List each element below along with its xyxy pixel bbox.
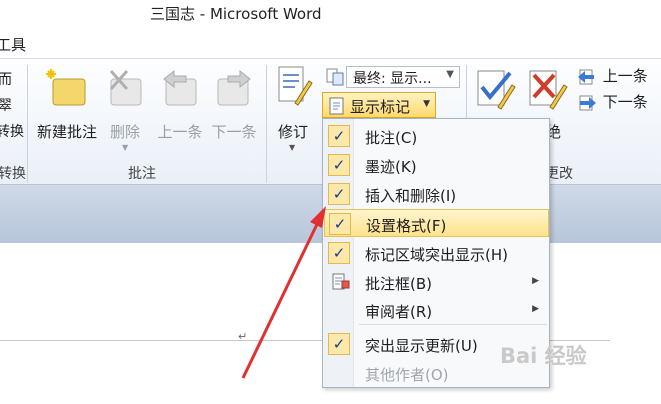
track-changes-icon — [278, 66, 313, 106]
previous-change-button[interactable]: 上一条 — [576, 65, 648, 86]
menu-item-label: 其他作者(O) — [365, 366, 449, 384]
convert-button[interactable]: 转换 — [0, 121, 24, 141]
checkmark-icon: ✓ — [328, 242, 350, 264]
show-markup-icon — [329, 97, 344, 115]
group-divider — [266, 65, 267, 183]
previous-comment-button[interactable]: 上一条 — [154, 67, 206, 147]
menu-item-reviewers[interactable]: 审阅者(R) ▶ — [324, 296, 549, 324]
group-label-convert: 转换 — [0, 166, 26, 182]
display-for-review-value: 最终: 显示... — [353, 71, 432, 87]
menu-item-label: 设置格式(F) — [366, 217, 447, 235]
title-bar: 三国志 - Microsoft Word — [0, 0, 661, 28]
track-changes-label: 修订 — [277, 123, 308, 141]
delete-comment-button[interactable]: 删除 ▼ — [104, 67, 146, 157]
track-changes-arrow: ▼ — [289, 143, 296, 152]
accept-icon — [477, 70, 516, 110]
menu-item-label: 插入和删除(I) — [365, 187, 457, 205]
previous-label: 上一条 — [157, 123, 203, 141]
ribbon-tab-row: 工具 — [0, 28, 661, 58]
next-comment-icon — [217, 69, 251, 106]
paragraph-mark-icon: ↵ — [238, 330, 248, 343]
next-label: 下一条 — [211, 123, 257, 141]
checkmark-icon: ✓ — [328, 125, 350, 147]
delete-label: 删除 — [109, 123, 140, 141]
next-comment-button[interactable]: 下一条 — [208, 67, 260, 147]
menu-item-ink[interactable]: ✓ 墨迹(K) — [324, 151, 549, 179]
menu-item-comments[interactable]: ✓ 批注(C) — [324, 122, 549, 150]
delete-dropdown-arrow: ▼ — [122, 143, 129, 152]
ribbon-fragment-2[interactable]: 翠 — [0, 95, 12, 115]
display-for-review-select[interactable]: 最终: 显示... ▼ — [346, 66, 460, 88]
delete-comment-icon — [109, 70, 142, 106]
window-title: 三国志 - Microsoft Word — [150, 5, 322, 23]
menu-item-label: 审阅者(R) — [365, 303, 433, 321]
baidu-watermark: Bai 经验 — [500, 344, 587, 368]
menu-item-label: 突出显示更新(U) — [365, 337, 478, 355]
tab-tools[interactable]: 工具 — [0, 34, 26, 55]
group-label-comments: 批注 — [128, 166, 156, 182]
menu-item-insertions-deletions[interactable]: ✓ 插入和删除(I) — [324, 180, 549, 208]
chevron-down-icon: ▼ — [423, 99, 430, 109]
menu-item-label: 批注(C) — [365, 129, 418, 147]
display-for-review-icon — [326, 68, 344, 86]
checkmark-icon: ✓ — [328, 183, 350, 205]
menu-item-balloons[interactable]: 批注框(B) ▶ — [324, 268, 549, 296]
track-changes-button[interactable]: 修订 ▼ — [270, 63, 316, 159]
next-change-label: 下一条 — [602, 93, 648, 111]
show-markup-button[interactable]: 显示标记 ▼ — [322, 92, 436, 118]
show-markup-label: 显示标记 — [350, 98, 411, 116]
menu-item-formatting[interactable]: ✓ 设置格式(F) — [324, 209, 549, 237]
menu-item-label: 墨迹(K) — [365, 158, 417, 176]
next-change-button[interactable]: 下一条 — [576, 91, 648, 112]
submenu-arrow-icon: ▶ — [532, 276, 539, 286]
next-change-icon — [579, 95, 596, 110]
group-divider — [27, 65, 28, 183]
previous-change-icon — [578, 69, 594, 84]
ribbon-fragment-1[interactable]: 而 — [0, 69, 12, 89]
menu-item-markup-area-highlight[interactable]: ✓ 标记区域突出显示(H) — [324, 239, 549, 267]
menu-item-label: 标记区域突出显示(H) — [365, 246, 508, 264]
new-comment-button[interactable]: 新建批注 — [32, 67, 102, 147]
submenu-arrow-icon: ▶ — [532, 304, 539, 314]
checkmark-icon: ✓ — [328, 154, 350, 176]
chevron-down-icon: ▼ — [446, 69, 454, 80]
previous-change-label: 上一条 — [602, 67, 648, 85]
previous-comment-icon — [163, 69, 197, 106]
menu-item-label: 批注框(B) — [365, 275, 432, 293]
checkmark-icon: ✓ — [329, 213, 351, 235]
new-comment-label: 新建批注 — [36, 123, 97, 141]
menu-separator — [359, 324, 547, 325]
balloons-icon — [332, 273, 350, 290]
new-comment-icon — [46, 69, 86, 106]
checkmark-icon: ✓ — [328, 333, 350, 355]
reject-icon — [529, 70, 568, 110]
